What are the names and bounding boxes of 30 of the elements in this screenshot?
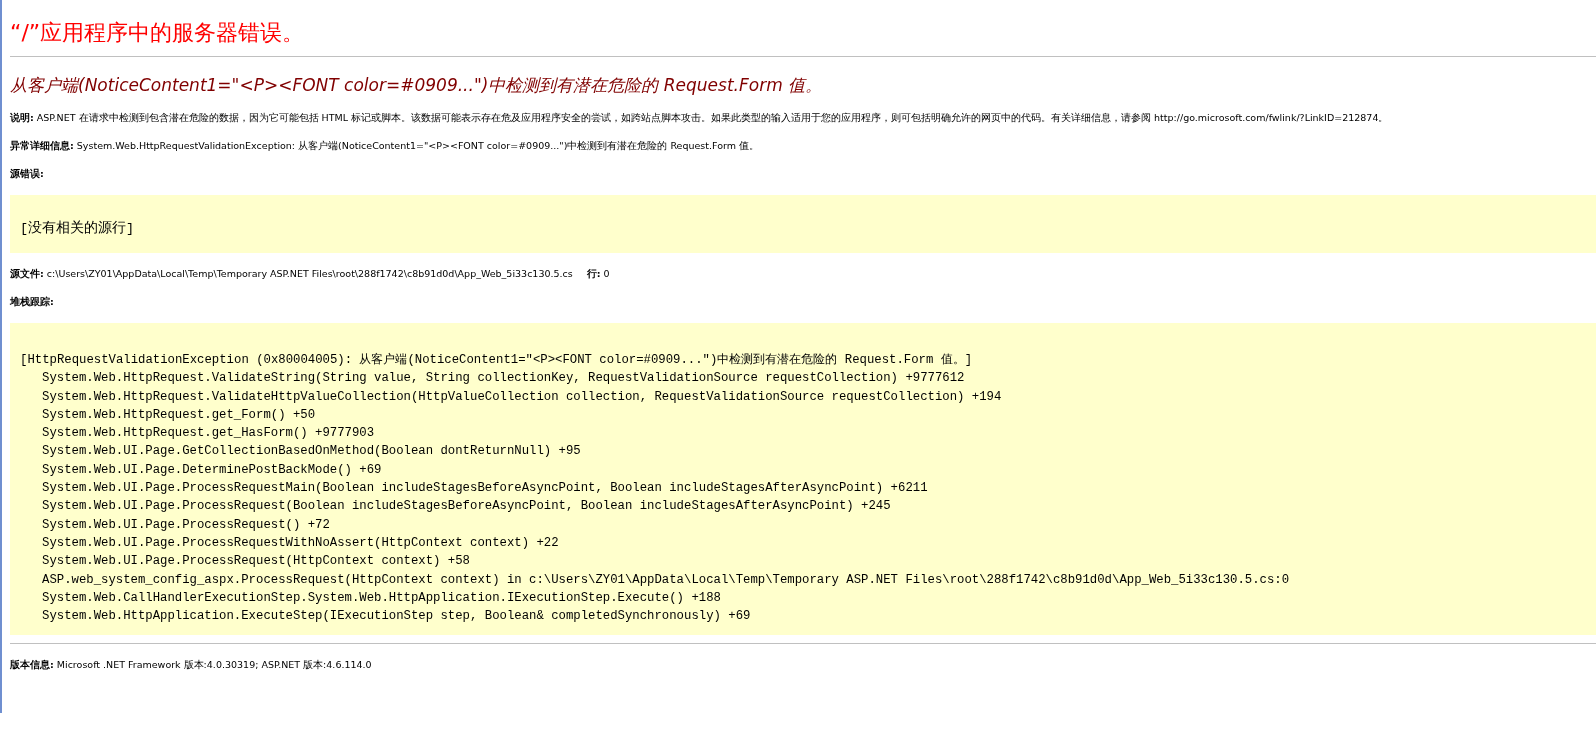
stack-frame: System.Web.UI.Page.ProcessRequest(HttpContext context) +58 bbox=[20, 552, 1586, 571]
stack-frame: ASP.web_system_config_aspx.ProcessRequest(HttpContext context) in c:\Users\ZY01\AppData\Local\Temp\Temporary ASP.NET Files\root\288f1742\c8b91d0d\App_Web_5i33c130.5.cs:0 bbox=[20, 570, 1586, 589]
version-text: Microsoft .NET Framework 版本:4.0.30319; ASP.NET 版本:4.6.114.0 bbox=[56, 659, 372, 671]
stack-trace-label: 堆栈跟踪: bbox=[10, 296, 54, 307]
stack-frame: System.Web.UI.Page.GetCollectionBasedOnMethod(Boolean dontReturnNull) +95 bbox=[20, 442, 1586, 461]
error-title: “/”应用程序中的服务器错误。 bbox=[10, 19, 306, 47]
stack-frame: System.Web.HttpRequest.ValidateString(String value, String collectionKey, RequestValidationSource requestCollection) +9777612 bbox=[20, 369, 1586, 388]
stack-frame: System.Web.HttpRequest.ValidateHttpValueCollection(HttpValueCollection collection, RequestValidationSource requestCollection) +194 bbox=[20, 387, 1586, 406]
stack-frame: System.Web.UI.Page.ProcessRequestWithNoAssert(HttpContext context) +22 bbox=[20, 533, 1586, 553]
stack-frame: System.Web.UI.Page.ProcessRequestMain(Boolean includeStagesBeforeAsyncPoint, Boolean includeStagesAfterAsyncPoint) +6211 bbox=[20, 479, 1586, 498]
stack-frame: System.Web.UI.Page.ProcessRequest() +72 bbox=[20, 515, 1586, 534]
stack-frame: System.Web.UI.Page.DeterminePostBackMode() +69 bbox=[20, 460, 1586, 480]
exception-label: 异常详细信息: bbox=[10, 140, 74, 151]
stack-frame: System.Web.UI.Page.ProcessRequest(Boolean includeStagesBeforeAsyncPoint, Boolean includeStagesAfterAsyncPoint) +245 bbox=[20, 497, 1586, 516]
exception-text: System.Web.HttpRequestValidationException: 从客户端(NoticeContent1="<P><FONT color=#0909...")中检测到有潜在危险的 Request.Form 值。 bbox=[76, 140, 759, 151]
line-number: 0 bbox=[603, 268, 610, 279]
source-code-text: [没有相关的源行] bbox=[20, 219, 136, 238]
error-message: 从客户端(NoticeContent1="<P><FONT color=#0909...")中检测到有潜在危险的 Request.Form 值。 bbox=[10, 74, 824, 97]
stack-header: [HttpRequestValidationException (0x80004005): 从客户端(NoticeContent1="<P><FONT color=#0909...")中检测到有潜在危险的 Request.Form 值。] bbox=[20, 352, 974, 369]
description-label: 说明: bbox=[10, 112, 34, 123]
stack-frame: System.Web.HttpRequest.get_HasForm() +9777903 bbox=[20, 424, 1586, 443]
description-text: ASP.NET 在请求中检测到包含潜在危险的数据，因为它可能包括 HTML 标记或脚本。该数据可能表示存在危及应用程序安全的尝试，如跨站点脚本攻击。如果此类型的输入适用于您的应用程序，则可包括明确允许的网页中的代码。有关详细信息，请参阅 http://go.microsoft.com/fwlink/?LinkID=212874。 bbox=[36, 112, 1389, 123]
stack-frame: System.Web.HttpRequest.get_Form() +50 bbox=[20, 405, 1586, 425]
stack-frame: System.Web.CallHandlerExecutionStep.System.Web.HttpApplication.IExecutionStep.Execute() +188 bbox=[20, 588, 1586, 608]
source-error-label: 源错误: bbox=[10, 168, 44, 179]
stack-frame: System.Web.HttpApplication.ExecuteStep(IExecutionStep step, Boolean& completedSynchronously) +69 bbox=[20, 607, 1586, 626]
source-file-label: 源文件: bbox=[10, 268, 44, 279]
source-file-path: c:\Users\ZY01\AppData\Local\Temp\Temporary ASP.NET Files\root\288f1742\c8b91d0d\App_Web_5i33c130.5.cs bbox=[46, 268, 573, 279]
version-label: 版本信息: bbox=[10, 659, 54, 671]
line-label: 行: bbox=[586, 268, 601, 279]
